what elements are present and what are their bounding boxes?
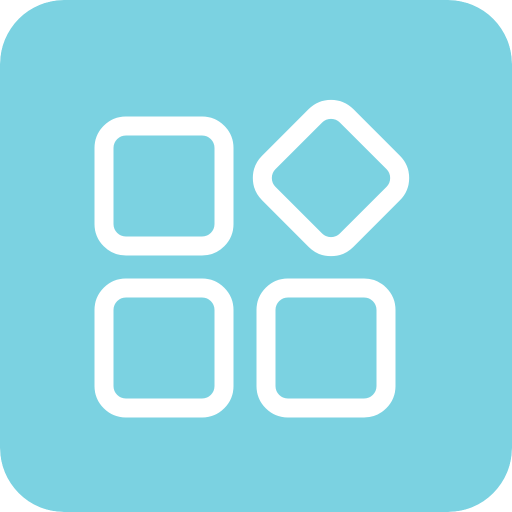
icon-background — [0, 0, 512, 512]
apps-grid-glyph — [0, 0, 512, 512]
apps-grid-icon[interactable] — [0, 0, 512, 512]
